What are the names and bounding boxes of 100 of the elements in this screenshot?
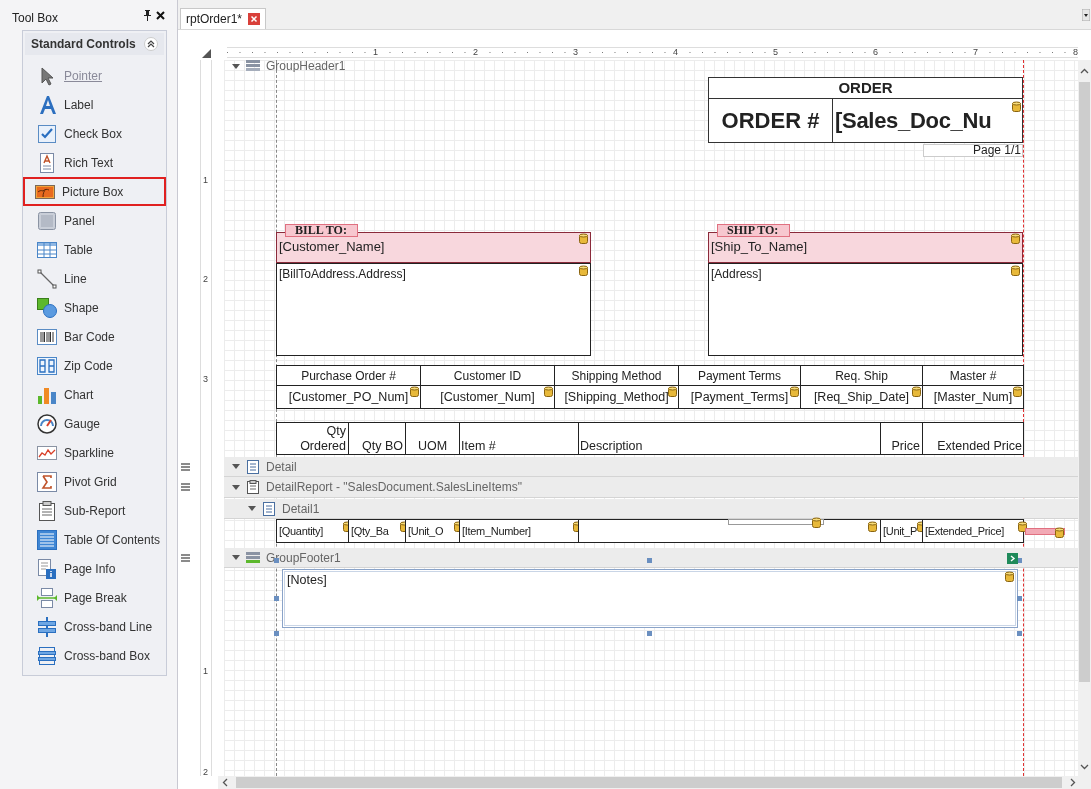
scroll-right-icon[interactable] (1070, 778, 1076, 787)
database-icon (1011, 265, 1020, 276)
toolbox-item[interactable]: Line (26, 264, 163, 293)
table-cell: [Unit_O (405, 519, 460, 543)
toolbox-item[interactable]: Panel (26, 206, 163, 235)
band-header[interactable]: DetailReport - "SalesDocument.SalesLineItems" (224, 477, 1078, 498)
database-icon (579, 233, 588, 244)
database-icon (1055, 527, 1064, 538)
resize-handle (274, 631, 279, 636)
expand-arrow-icon[interactable] (232, 62, 240, 70)
toolbox-item[interactable]: Picture Box (23, 177, 166, 206)
scroll-down-icon[interactable] (1080, 764, 1089, 770)
checkbox-icon (37, 123, 57, 144)
resize-handle (647, 558, 652, 563)
sigma-icon (37, 471, 57, 492)
resize-handle (274, 596, 279, 601)
clipboard-icon (245, 480, 261, 494)
toolbox-item[interactable]: Shape (26, 293, 163, 322)
database-icon (544, 386, 553, 397)
band-header[interactable]: Detail (224, 457, 1078, 477)
database-icon (1018, 521, 1027, 532)
toolbox-item[interactable]: Table (26, 235, 163, 264)
vertical-scrollbar[interactable] (1078, 60, 1091, 776)
smart-tag-icon[interactable] (1007, 553, 1018, 564)
band-icon (245, 550, 261, 565)
table-cell: [Qty_Ba (348, 519, 406, 543)
database-icon (1005, 571, 1014, 582)
notes-field: [Notes] (282, 569, 1018, 628)
toolbox-item[interactable]: Zip Code (26, 351, 163, 380)
database-icon (912, 386, 921, 397)
ruler-number: 1 (372, 48, 379, 57)
toolbox-item[interactable]: Rich Text (26, 148, 163, 177)
panel-icon (37, 210, 57, 231)
toolbox-item[interactable]: Page Info (26, 554, 163, 583)
scroll-up-icon[interactable] (1080, 68, 1089, 74)
toolbox-item[interactable]: Bar Code (26, 322, 163, 351)
column-header: Extended Price (922, 422, 1024, 455)
toolbox-item[interactable]: Check Box (26, 119, 163, 148)
toolbox-item[interactable]: Chart (26, 380, 163, 409)
band-box-icon (37, 645, 57, 666)
column-header: Price (880, 422, 923, 455)
expand-arrow-icon[interactable] (232, 554, 240, 561)
database-icon (1011, 233, 1020, 244)
toolbox-item[interactable]: Pivot Grid (26, 467, 163, 496)
column-header: Description (578, 422, 881, 455)
menu-icon[interactable] (181, 483, 190, 491)
address-field: [BillToAddress.Address] (276, 263, 591, 356)
document-icon (245, 459, 261, 474)
resize-handle (1017, 596, 1022, 601)
line-icon (37, 268, 57, 289)
toolbox-item[interactable]: Label (26, 90, 163, 119)
menu-icon[interactable] (181, 463, 190, 471)
scroll-thumb[interactable] (236, 777, 1062, 788)
toolbox-item[interactable]: Cross-band Line (26, 612, 163, 641)
expand-arrow-icon[interactable] (248, 505, 256, 512)
horizontal-scrollbar[interactable] (218, 776, 1091, 789)
database-icon (812, 517, 821, 528)
toolbox-item[interactable]: Sub-Report (26, 496, 163, 525)
letter-a-icon (37, 94, 57, 115)
order-number-field: [Sales_Doc_Nu (832, 98, 1023, 143)
table-cell: [Req_Ship_Date] (800, 385, 923, 409)
table-cell: [Shipping_Method] (554, 385, 679, 409)
list-icon (37, 529, 57, 550)
toolbox-item[interactable]: Page Break (26, 583, 163, 612)
ruler-number: 7 (972, 48, 979, 57)
close-icon[interactable] (156, 11, 165, 20)
ruler-number: 8 (1072, 48, 1079, 57)
toolbox-item[interactable]: Table Of Contents (26, 525, 163, 554)
band-header[interactable]: GroupFooter1 (224, 548, 1078, 568)
dropdown-icon[interactable] (1082, 9, 1090, 21)
ruler-number: 6 (872, 48, 879, 57)
expand-arrow-icon[interactable] (232, 463, 240, 470)
table-cell: [Item_Number] (459, 519, 579, 543)
menu-icon[interactable] (181, 554, 190, 562)
database-icon (790, 386, 799, 397)
column-header: Qty BO (348, 422, 406, 455)
expand-arrow-icon[interactable] (232, 483, 240, 491)
ruler-number: 2 (472, 48, 479, 57)
ruler-number: 2 (203, 275, 208, 284)
toolbox-item[interactable]: Sparkline (26, 438, 163, 467)
scroll-left-icon[interactable] (222, 778, 228, 787)
order-label: ORDER # (708, 98, 833, 143)
table-cell: [Master_Num] (922, 385, 1024, 409)
table-cell: [Extended_Price] (922, 519, 1024, 543)
pin-icon[interactable] (143, 10, 152, 21)
band-header[interactable]: Detail1 (224, 499, 1078, 519)
resize-handle (274, 558, 279, 563)
band-line-icon (37, 616, 57, 637)
ruler-number: 5 (772, 48, 779, 57)
collapse-icon[interactable] (144, 37, 158, 51)
scroll-thumb[interactable] (1079, 82, 1090, 682)
band-icon (245, 60, 261, 72)
toolbox-item[interactable]: Gauge (26, 409, 163, 438)
document-icon (261, 501, 277, 516)
band-header[interactable]: GroupHeader1 (224, 60, 1078, 72)
page-break-icon (37, 587, 57, 608)
document-tab[interactable]: rptOrder1* (180, 8, 267, 29)
database-icon (1013, 386, 1022, 397)
toolbox-item[interactable]: Cross-band Box (26, 641, 163, 670)
ruler-number: 3 (203, 375, 208, 384)
